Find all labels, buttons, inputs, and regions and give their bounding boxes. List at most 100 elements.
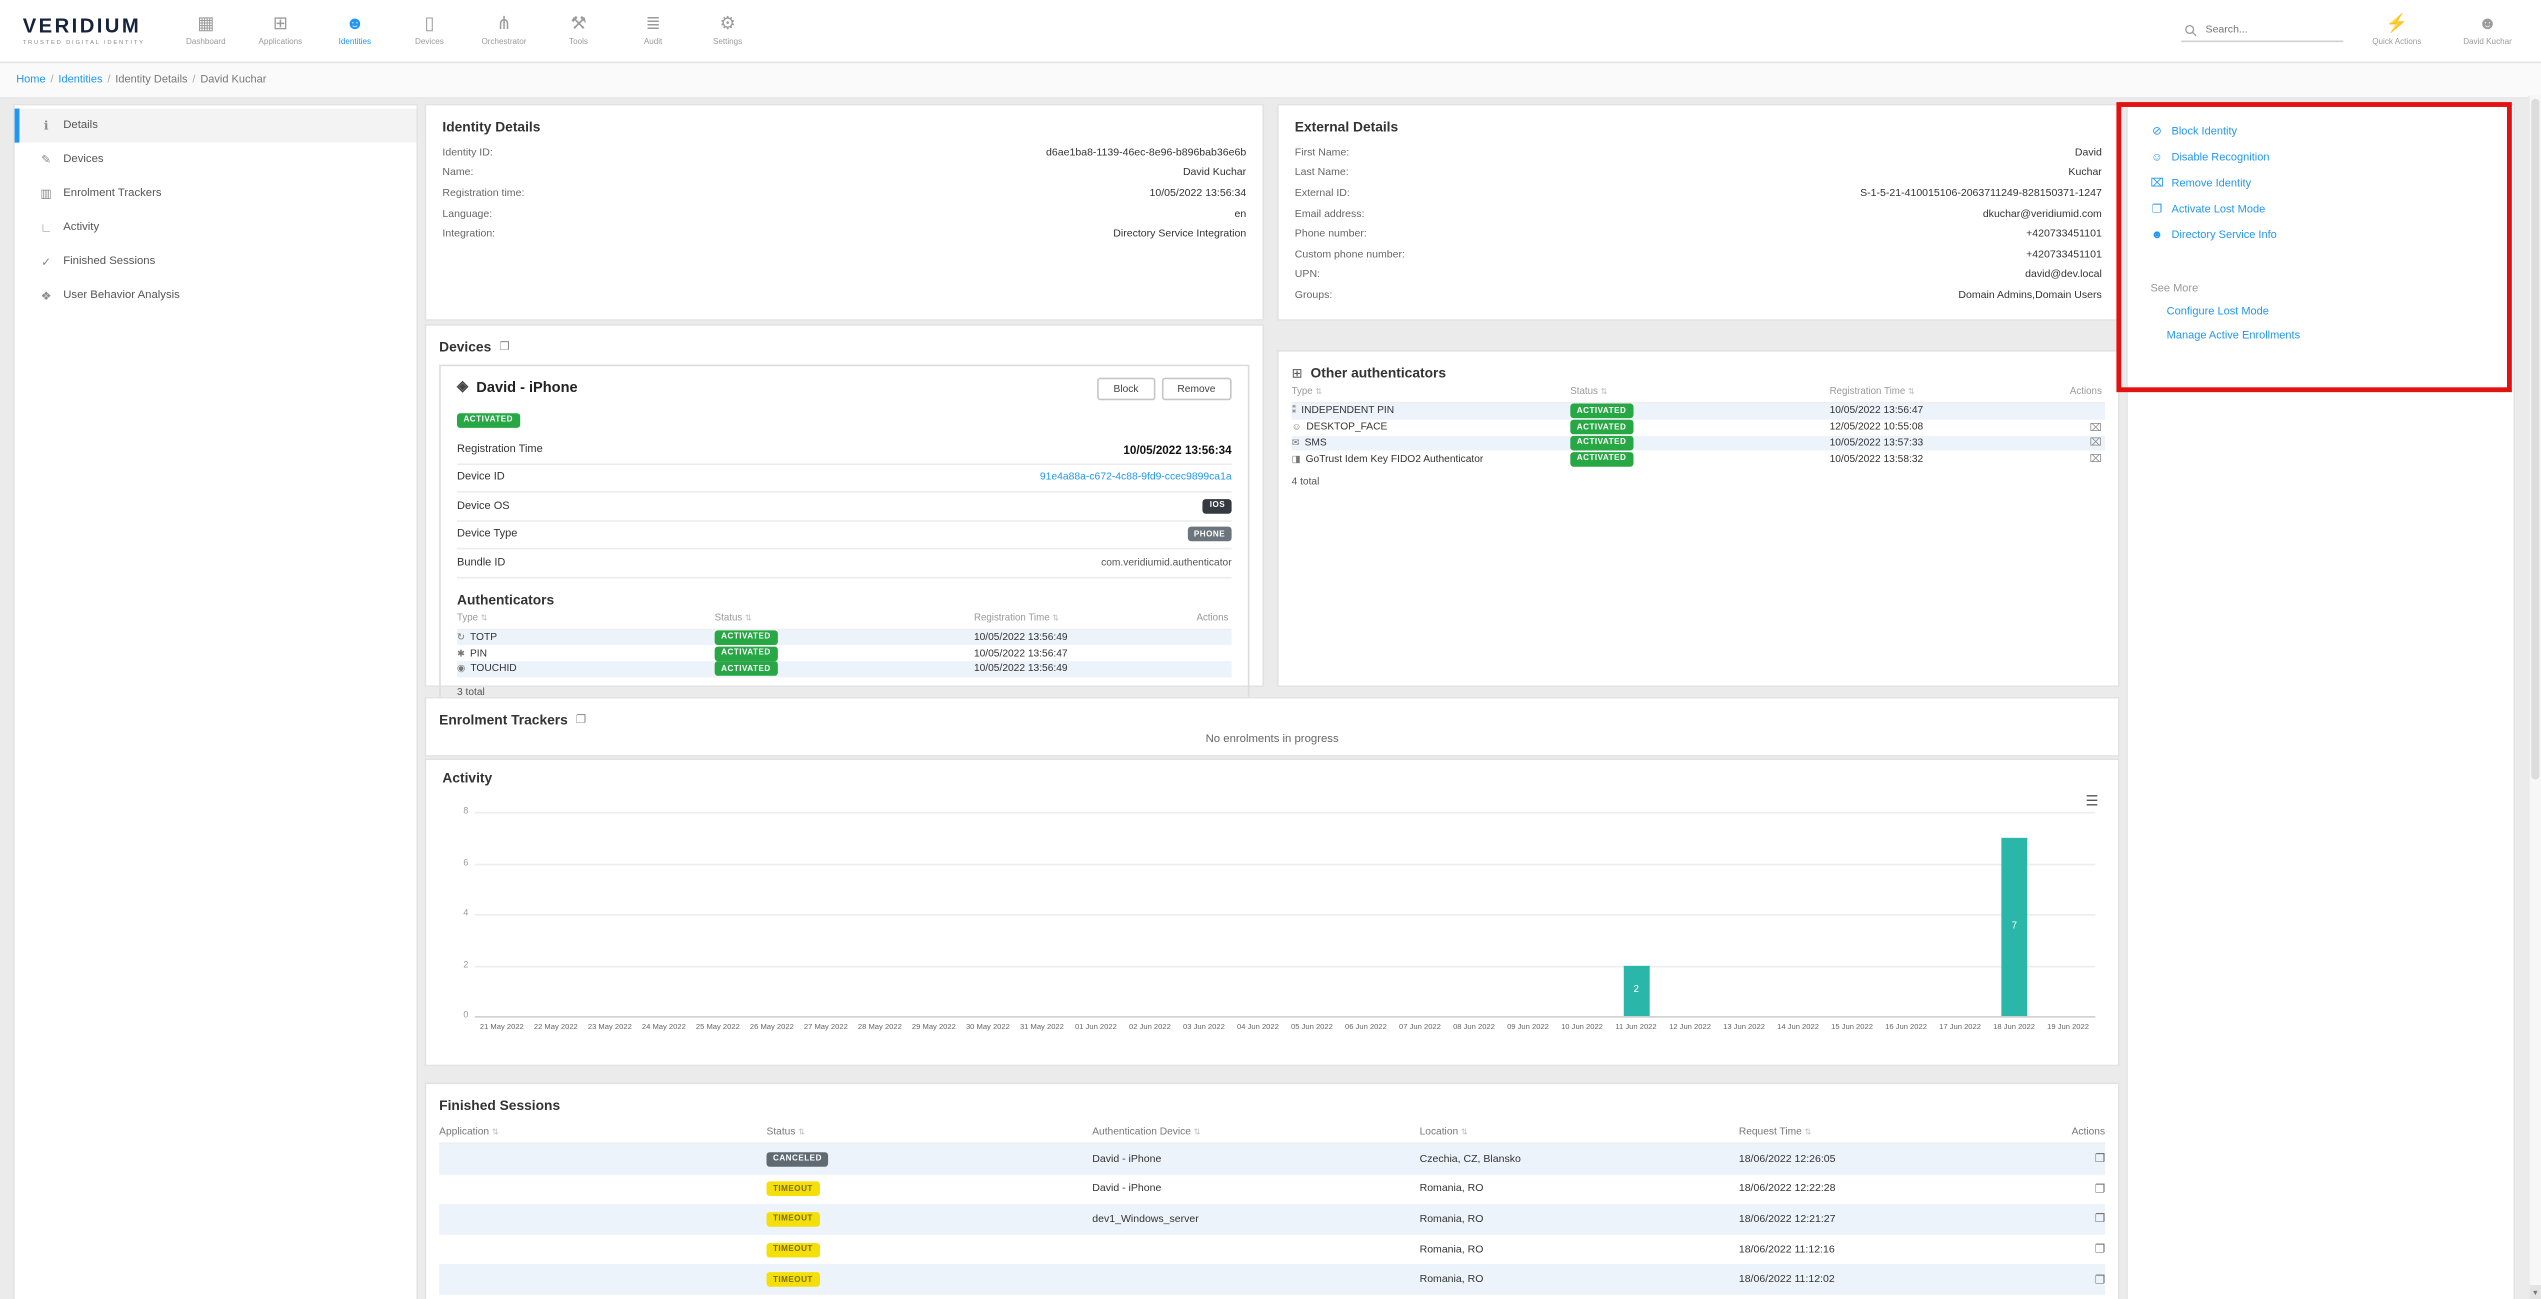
activity-bar-11-jun-2022[interactable]: 2 <box>1623 965 1649 1016</box>
nav-item-applications[interactable]: ⊞ Applications <box>243 15 318 47</box>
sort-icon[interactable]: ⇅ <box>481 613 488 623</box>
delete-icon[interactable]: ⌧ <box>2090 454 2102 465</box>
session-details-icon[interactable]: ❐ <box>2095 1275 2105 1286</box>
sort-icon[interactable]: ⇅ <box>1805 1128 1812 1138</box>
nav-item-audit[interactable]: ≣ Audit <box>616 15 691 47</box>
column-header-actions[interactable]: Actions <box>2071 1126 2108 1137</box>
sort-icon[interactable]: ⇅ <box>745 613 752 623</box>
sort-icon[interactable]: ⇅ <box>1461 1128 1468 1138</box>
column-header-registration-time[interactable]: Registration Time ⇅ <box>974 613 1185 623</box>
column-header-status[interactable]: Status ⇅ <box>767 1126 1093 1137</box>
authenticator-row[interactable]: ⁑INDEPENDENT PIN ACTIVATED 10/05/2022 13… <box>1292 404 2106 420</box>
authenticator-row[interactable]: ◨GoTrust Idem Key FIDO2 Authenticator AC… <box>1292 451 2106 467</box>
action-directory-service-info[interactable]: ☻ Directory Service Info <box>2128 222 2514 248</box>
session-row[interactable]: TIMEOUT Romania, RO 18/06/2022 11:12:16 … <box>439 1234 2105 1264</box>
sidebar-item-user-behavior-analysis[interactable]: ❖ User Behavior Analysis <box>15 279 417 313</box>
chart-menu-icon[interactable]: ☰ <box>2086 792 2099 810</box>
user-menu[interactable]: ☻ David Kuchar <box>2450 15 2525 47</box>
column-header-authentication-device[interactable]: Authentication Device ⇅ <box>1092 1126 1419 1137</box>
nav-item-orchestrator[interactable]: ⋔ Orchestrator <box>467 15 542 47</box>
x-axis-label: 03 Jun 2022 <box>1177 1023 1231 1031</box>
sidebar-item-finished-sessions[interactable]: ✓ Finished Sessions <box>15 245 417 279</box>
action-remove-identity[interactable]: ⌧ Remove Identity <box>2128 170 2514 196</box>
detail-row-integration: Integration: Directory Service Integrati… <box>442 224 1246 244</box>
column-header-actions[interactable]: Actions <box>1185 613 1232 623</box>
activity-bar-18-jun-2022[interactable]: 7 <box>2001 837 2027 1016</box>
detail-value: d6ae1ba8-1139-46ec-8e96-b896bab36e6b <box>1046 147 1246 158</box>
expand-icon[interactable]: ❐ <box>576 713 586 726</box>
applications-icon: ⊞ <box>273 15 288 34</box>
nav-item-devices[interactable]: ▯ Devices <box>392 15 467 47</box>
authenticator-actions: ⌧ <box>2056 421 2105 434</box>
x-axis-label: 01 Jun 2022 <box>1069 1023 1123 1031</box>
nav-item-settings[interactable]: ⚙ Settings <box>690 15 765 47</box>
scrollbar-thumb[interactable] <box>2531 99 2539 780</box>
column-header-type[interactable]: Type ⇅ <box>1292 387 1571 397</box>
breadcrumb-identities[interactable]: Identities <box>58 75 102 86</box>
delete-icon[interactable]: ⌧ <box>2090 422 2102 433</box>
session-row[interactable]: TIMEOUT Romania, RO 18/06/2022 11:12:02 … <box>439 1265 2105 1295</box>
column-header-location[interactable]: Location ⇅ <box>1420 1126 1739 1137</box>
vertical-scrollbar[interactable]: ▼ <box>2528 96 2541 1299</box>
column-header-application[interactable]: Application ⇅ <box>439 1126 766 1137</box>
column-header-actions[interactable]: Actions <box>2056 387 2105 397</box>
search-input[interactable] <box>2202 23 2340 38</box>
sort-icon[interactable]: ⇅ <box>492 1128 499 1138</box>
sort-icon[interactable]: ⇅ <box>798 1128 805 1138</box>
session-details-icon[interactable]: ❐ <box>2095 1154 2105 1165</box>
session-row[interactable]: TIMEOUT dev1_Windows_server Romania, RO … <box>439 1204 2105 1234</box>
scroll-down-arrow[interactable]: ▼ <box>2530 1284 2541 1299</box>
session-details-icon[interactable]: ❐ <box>2095 1245 2105 1256</box>
link-configure-lost-mode[interactable]: Configure Lost Mode <box>2128 300 2514 324</box>
sidebar-item-enrolment-trackers[interactable]: ▥ Enrolment Trackers <box>15 177 417 211</box>
authenticator-row[interactable]: ◉TOUCHID ACTIVATED 10/05/2022 13:56:49 <box>457 661 1232 677</box>
authenticator-row[interactable]: ✉SMS ACTIVATED 10/05/2022 13:57:33 ⌧ <box>1292 435 2106 451</box>
delete-icon[interactable]: ⌧ <box>2090 438 2102 449</box>
breadcrumb-home[interactable]: Home <box>16 75 45 86</box>
detail-row-groups: Groups: Domain Admins,Domain Users <box>1295 285 2102 305</box>
session-details-icon[interactable]: ❐ <box>2095 1184 2105 1195</box>
quick-actions-button[interactable]: ⚡ Quick Actions <box>2360 15 2435 47</box>
sidebar-item-activity[interactable]: ∟ Activity <box>15 211 417 245</box>
authenticator-type: ☺DESKTOP_FACE <box>1292 422 1571 433</box>
sidebar-item-label: Enrolment Trackers <box>63 188 161 199</box>
link-manage-active-enrollments[interactable]: Manage Active Enrollments <box>2128 324 2514 348</box>
nav-item-dashboard[interactable]: ▦ Dashboard <box>169 15 244 47</box>
sort-icon[interactable]: ⇅ <box>1908 387 1915 397</box>
chart-x-axis-labels: 21 May 202222 May 202223 May 202224 May … <box>475 1023 2096 1031</box>
nav-item-identities[interactable]: ☻ Identities <box>318 15 393 47</box>
authenticator-row[interactable]: ✱PIN ACTIVATED 10/05/2022 13:56:47 <box>457 645 1232 661</box>
action-disable-recognition[interactable]: ☺ Disable Recognition <box>2128 144 2514 170</box>
column-header-status[interactable]: Status ⇅ <box>715 613 974 623</box>
authenticator-row[interactable]: ☺DESKTOP_FACE ACTIVATED 12/05/2022 10:55… <box>1292 419 2106 435</box>
block-device-button[interactable]: Block <box>1097 378 1154 401</box>
authenticator-status: ACTIVATED <box>1570 420 1829 435</box>
search-box[interactable] <box>2181 19 2343 42</box>
sidebar-item-devices[interactable]: ✎ Devices <box>15 143 417 177</box>
column-header-status[interactable]: Status ⇅ <box>1570 387 1829 397</box>
session-device: David - iPhone <box>1092 1184 1419 1195</box>
remove-device-button[interactable]: Remove <box>1161 378 1231 401</box>
column-header-type[interactable]: Type ⇅ <box>457 613 715 623</box>
sort-icon[interactable]: ⇅ <box>1194 1128 1201 1138</box>
action-block-identity[interactable]: ⊘ Block Identity <box>2128 118 2514 144</box>
authenticator-row[interactable]: ↻TOTP ACTIVATED 10/05/2022 13:56:49 <box>457 630 1232 646</box>
sort-icon[interactable]: ⇅ <box>1315 387 1322 397</box>
other-authenticators-title: Other authenticators <box>1311 365 1446 381</box>
column-header-registration-time[interactable]: Registration Time ⇅ <box>1830 387 2057 397</box>
veridium-logo[interactable]: VERIDIUM TRUSTED DIGITAL IDENTITY <box>23 16 149 45</box>
device-id-link[interactable]: 91e4a88a-c672-4c88-9fd9-ccec9899ca1a <box>1040 472 1232 483</box>
session-location: Romania, RO <box>1420 1244 1739 1255</box>
action-activate-lost-mode[interactable]: ❐ Activate Lost Mode <box>2128 196 2514 222</box>
x-axis-label: 04 Jun 2022 <box>1231 1023 1285 1031</box>
device-detail-card: ◈ David - iPhone ACTIVATED Block Remove … <box>439 365 1249 712</box>
column-header-request-time[interactable]: Request Time ⇅ <box>1739 1126 2071 1137</box>
session-row[interactable]: CANCELED David - iPhone Czechia, CZ, Bla… <box>439 1144 2105 1174</box>
session-row[interactable]: TIMEOUT David - iPhone Romania, RO 18/06… <box>439 1174 2105 1204</box>
sidebar-item-details[interactable]: ℹ Details <box>15 109 417 143</box>
nav-item-tools[interactable]: ⚒ Tools <box>541 15 616 47</box>
session-details-icon[interactable]: ❐ <box>2095 1215 2105 1226</box>
expand-icon[interactable]: ❐ <box>499 340 509 353</box>
sort-icon[interactable]: ⇅ <box>1052 613 1059 623</box>
sort-icon[interactable]: ⇅ <box>1601 387 1608 397</box>
